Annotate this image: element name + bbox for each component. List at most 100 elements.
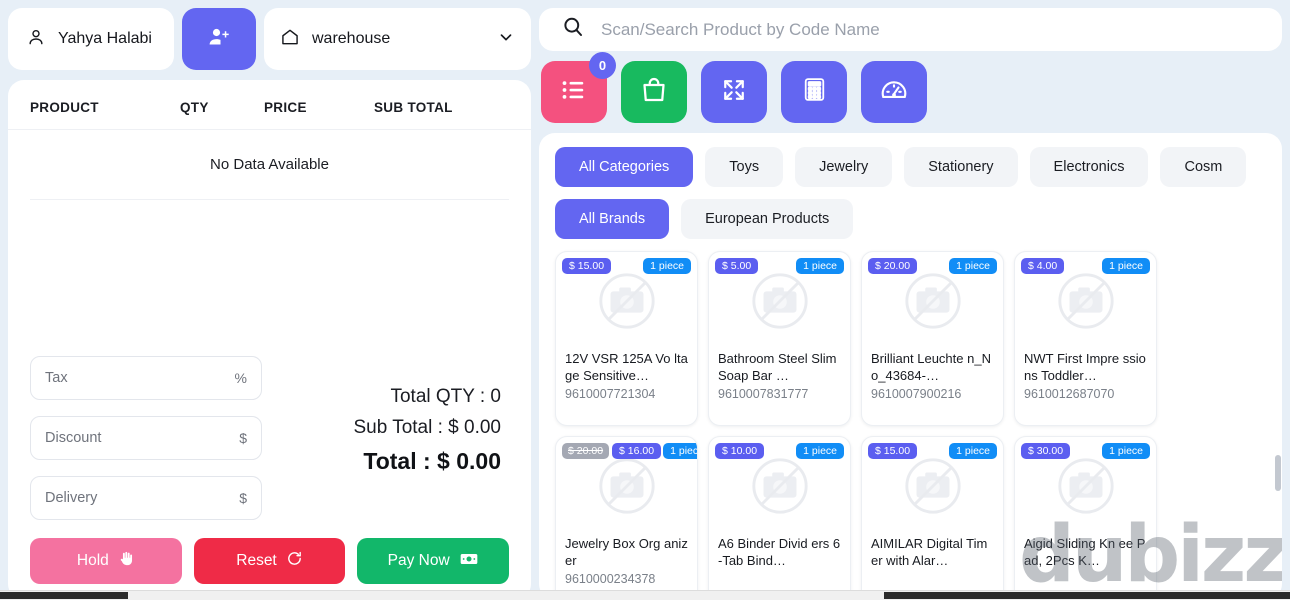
product-price: $ 5.00 (715, 258, 759, 275)
product-price: $ 10.00 (715, 443, 765, 460)
price-group: $ 20.00 (868, 258, 918, 275)
product-card[interactable]: $ 5.00 1 piece Bathroom Steel Slim Soap … (708, 251, 851, 427)
user-add-icon (207, 25, 231, 54)
product-card[interactable]: $ 30.00 1 piece Aigid Sliding Kn ee Pad,… (1014, 436, 1157, 600)
hand-icon (118, 550, 135, 572)
product-price: $ 30.00 (1021, 443, 1071, 460)
cart-column: Yahya Halabi warehouse PRODUCT QTY PRICE… (8, 8, 531, 600)
category-cosmetics[interactable]: Cosm (1160, 147, 1247, 188)
product-badges: $ 4.00 1 piece (1021, 258, 1150, 275)
shop-button[interactable] (621, 61, 687, 124)
product-title: Brilliant Leuchte n_No_43684-… (871, 351, 991, 384)
products-column: 0 (539, 8, 1290, 600)
product-info: Bathroom Steel Slim Soap Bar … 961000783… (709, 350, 850, 401)
price-group: $ 5.00 (715, 258, 759, 275)
add-customer-button[interactable] (182, 8, 256, 70)
cash-icon (459, 549, 479, 574)
discount-input[interactable] (45, 430, 234, 446)
product-qty: 1 piece (1102, 443, 1150, 460)
home-icon (280, 27, 300, 52)
category-toys[interactable]: Toys (705, 147, 784, 188)
price-group: $ 15.00 (562, 258, 612, 275)
customer-warehouse-row: Yahya Halabi warehouse (8, 8, 531, 70)
catalog-panel: All Categories Toys Jewelry Stationery E… (539, 133, 1282, 600)
fullscreen-button[interactable] (701, 61, 767, 124)
order-list-button[interactable]: 0 (541, 52, 616, 124)
search-input[interactable] (601, 19, 1260, 40)
product-card[interactable]: $ 15.00 1 piece 12V VSR 125A Vo ltage Se… (555, 251, 698, 427)
product-info: 12V VSR 125A Vo ltage Sensitive… 9610007… (556, 350, 697, 401)
calculator-button[interactable] (781, 61, 847, 124)
order-count-badge: 0 (589, 52, 616, 80)
product-grid: $ 15.00 1 piece 12V VSR 125A Vo ltage Se… (555, 251, 1268, 600)
delivery-field[interactable]: $ (30, 476, 262, 520)
category-jewelry[interactable]: Jewelry (795, 147, 893, 188)
tax-field[interactable]: % (30, 356, 262, 400)
product-qty: 1 piece (796, 258, 844, 275)
product-card[interactable]: $ 15.00 1 piece AIMILAR Digital Timer wi… (861, 436, 1004, 600)
adjustment-fields: % $ $ (30, 356, 262, 520)
price-group: $ 15.00 (868, 443, 918, 460)
product-badges: $ 10.00 1 piece (715, 443, 844, 460)
product-code: 9610007900216 (871, 387, 962, 402)
product-qty: 1 piece (796, 443, 844, 460)
product-title: Jewelry Box Org anizer (565, 536, 688, 569)
product-code: 9610007721304 (565, 387, 656, 402)
window-horizontal-scrollbar[interactable] (0, 590, 1290, 600)
category-stationery[interactable]: Stationery (904, 147, 1018, 188)
warehouse-value: warehouse (312, 30, 391, 47)
hold-button[interactable]: Hold (30, 538, 182, 584)
discount-unit: $ (239, 430, 247, 446)
product-badges: $ 15.00 1 piece (868, 443, 997, 460)
search-icon (561, 15, 585, 44)
dashboard-button[interactable] (861, 61, 927, 124)
category-electronics[interactable]: Electronics (1029, 147, 1149, 188)
product-info: NWT First Impre ssions Toddler… 96100126… (1015, 350, 1156, 401)
product-info: Jewelry Box Org anizer 9610000234378 (556, 535, 697, 586)
product-qty: 1 piece (1102, 258, 1150, 275)
tax-unit: % (234, 370, 247, 386)
price-group: $ 4.00 (1021, 258, 1065, 275)
shopping-bag-icon (639, 75, 669, 110)
calculator-icon (801, 76, 828, 108)
product-card[interactable]: $ 10.00 1 piece A6 Binder Divid ers 6-Ta… (708, 436, 851, 600)
brand-all-brands[interactable]: All Brands (555, 199, 670, 240)
product-title: 12V VSR 125A Vo ltage Sensitive… (565, 351, 688, 384)
discount-field[interactable]: $ (30, 416, 262, 460)
product-card[interactable]: $ 20.00 1 piece Brilliant Leuchte n_No_4… (861, 251, 1004, 427)
category-tabs: All Categories Toys Jewelry Stationery E… (555, 147, 1268, 188)
product-code: 9610012687070 (1024, 387, 1115, 402)
pay-now-button[interactable]: Pay Now (357, 538, 510, 584)
product-badges: $ 15.00 1 piece (562, 258, 691, 275)
reset-button[interactable]: Reset (193, 538, 346, 584)
scroll-thumb-right[interactable] (884, 592, 1290, 599)
product-badges: $ 20.00 $ 16.00 1 piece (562, 443, 697, 460)
product-card[interactable]: $ 20.00 $ 16.00 1 piece Jewelry Box Org … (555, 436, 698, 600)
product-card[interactable]: $ 4.00 1 piece NWT First Impre ssions To… (1014, 251, 1157, 427)
delivery-input[interactable] (45, 490, 234, 506)
price-group: $ 10.00 (715, 443, 765, 460)
product-old-price: $ 20.00 (562, 443, 610, 460)
column-product: PRODUCT (30, 100, 99, 115)
hold-label: Hold (76, 552, 109, 569)
pos-app: Yahya Halabi warehouse PRODUCT QTY PRICE… (0, 0, 1290, 600)
product-info: AIMILAR Digital Timer with Alar… (862, 535, 1003, 569)
tax-input[interactable] (45, 370, 229, 386)
customer-name: Yahya Halabi (58, 30, 152, 47)
product-info: Brilliant Leuchte n_No_43684-… 961000790… (862, 350, 1003, 401)
product-qty: 1 piece (949, 443, 997, 460)
customer-selector[interactable]: Yahya Halabi (8, 8, 174, 70)
products-vertical-scrollbar[interactable] (1275, 315, 1281, 600)
summary-block: Total QTY : 0 Sub Total : $ 0.00 Total :… (272, 356, 509, 475)
search-bar[interactable] (539, 8, 1282, 52)
category-all-categories[interactable]: All Categories (555, 147, 694, 188)
brand-european-products[interactable]: European Products (681, 199, 854, 240)
products-scroll-thumb[interactable] (1275, 455, 1281, 492)
pay-label: Pay Now (387, 552, 450, 569)
product-info: Aigid Sliding Kn ee Pad, 2Pcs K… (1015, 535, 1156, 569)
scroll-thumb-left[interactable] (0, 592, 128, 599)
brand-tabs: All Brands European Products (555, 199, 1268, 240)
refresh-icon (286, 550, 303, 572)
warehouse-selector[interactable]: warehouse (264, 8, 531, 70)
product-price: $ 4.00 (1021, 258, 1065, 275)
